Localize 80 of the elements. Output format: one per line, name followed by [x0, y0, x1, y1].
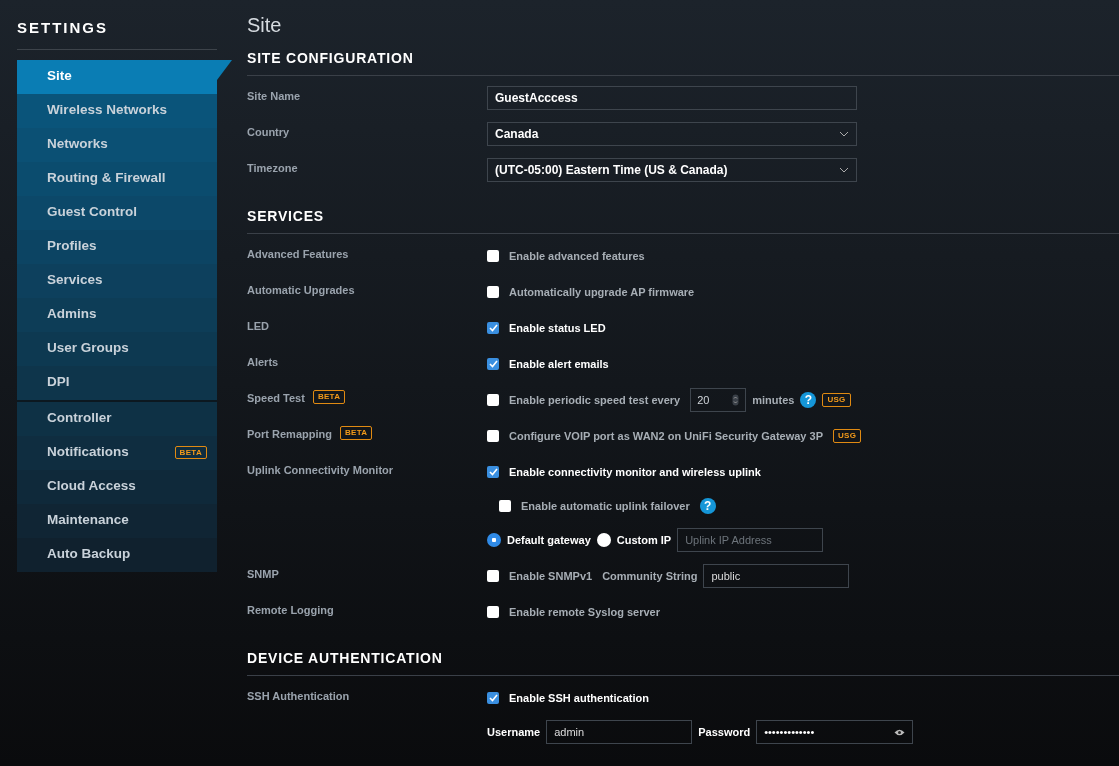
sidebar-item[interactable]: Controller: [17, 401, 217, 436]
checkbox-label: Enable remote Syslog server: [509, 604, 660, 620]
chevron-down-icon: [839, 167, 849, 173]
section-heading: SITE CONFIGURATION: [247, 40, 1119, 76]
checkbox-label: Enable connectivity monitor and wireless uplink: [509, 464, 761, 480]
checkbox[interactable]: [487, 286, 499, 298]
radio-label: Default gateway: [507, 532, 591, 548]
checkbox[interactable]: [487, 394, 499, 406]
checkbox-label: Enable SSH authentication: [509, 690, 649, 706]
input-field[interactable]: Uplink IP Address: [677, 528, 824, 552]
sidebar-title: SETTINGS: [17, 0, 217, 50]
setting-label: LED: [247, 319, 269, 334]
text-field[interactable]: GuestAcccess: [487, 86, 857, 110]
sidebar-item[interactable]: Services: [17, 263, 217, 298]
checkbox-label: Enable SNMPv1: [509, 568, 593, 584]
radio-button[interactable]: [487, 533, 501, 547]
dropdown[interactable]: (UTC-05:00) Eastern Time (US & Canada): [487, 158, 857, 182]
sidebar-item[interactable]: Cloud Access: [17, 469, 217, 504]
sidebar-item[interactable]: Maintenance: [17, 503, 217, 538]
setting-label: Alerts: [247, 355, 279, 370]
password-field[interactable]: •••••••••••••: [756, 720, 914, 744]
checkbox[interactable]: [487, 250, 499, 262]
setting-label: Timezone: [247, 161, 298, 176]
checkbox-label: Enable periodic speed test every: [509, 392, 681, 408]
sidebar-item[interactable]: Profiles: [17, 229, 217, 264]
setting-text: Community String: [602, 568, 698, 584]
page-title: Site: [247, 13, 283, 38]
number-field[interactable]: 20: [690, 388, 747, 412]
checkbox-label: Enable alert emails: [509, 356, 609, 372]
checkbox[interactable]: [487, 606, 499, 618]
setting-label: Advanced Features: [247, 247, 349, 262]
selection-pointer: [217, 59, 232, 80]
section-heading: SERVICES: [247, 198, 1119, 234]
sidebar-item[interactable]: Networks: [17, 127, 217, 162]
beta-badge: BETA: [339, 426, 373, 440]
setting-label: Country: [247, 125, 290, 140]
setting-text: minutes: [752, 392, 795, 408]
setting-label: Port Remapping: [247, 427, 332, 442]
checkbox[interactable]: [487, 570, 499, 582]
radio-label: Custom IP: [616, 532, 672, 548]
sidebar-item[interactable]: Notifications BETA: [17, 435, 217, 470]
sidebar-item[interactable]: Wireless Networks: [17, 93, 217, 128]
setting-label: Site Name: [247, 89, 301, 104]
setting-label: SSH Authentication: [247, 689, 350, 704]
checkbox[interactable]: [487, 466, 499, 478]
eye-icon: [894, 728, 906, 736]
sidebar-item[interactable]: Guest Control: [17, 195, 217, 230]
checkbox[interactable]: [487, 692, 499, 704]
spinner-icon: [732, 394, 740, 406]
checkbox-label: Automatically upgrade AP firmware: [509, 284, 695, 300]
checkbox[interactable]: [499, 500, 511, 512]
beta-badge: BETA: [312, 390, 346, 404]
checkbox-label: Enable status LED: [509, 320, 606, 336]
setting-label: SNMP: [247, 567, 279, 582]
setting-label: Uplink Connectivity Monitor: [247, 463, 394, 478]
usg-badge: USG: [822, 393, 851, 407]
chevron-down-icon: [839, 131, 849, 137]
checkbox-label: Enable advanced features: [509, 248, 645, 264]
setting-label: Speed Test: [247, 391, 305, 406]
checkbox-label: Configure VOIP port as WAN2 on UniFi Security Gateway 3P: [509, 428, 823, 444]
sidebar-item[interactable]: Admins: [17, 297, 217, 332]
sidebar-item[interactable]: DPI: [17, 365, 217, 400]
input-field[interactable]: admin: [546, 720, 693, 744]
radio-button[interactable]: [596, 533, 611, 547]
sidebar-item[interactable]: Auto Backup: [17, 537, 217, 572]
checkbox[interactable]: [487, 430, 499, 442]
sidebar-item[interactable]: Routing & Firewall: [17, 161, 217, 196]
dropdown[interactable]: Canada: [487, 122, 857, 146]
checkbox-label: Enable automatic uplink failover: [521, 498, 690, 514]
checkbox[interactable]: [487, 358, 499, 370]
setting-label: Remote Logging: [247, 603, 334, 618]
sidebar-item[interactable]: User Groups: [17, 331, 217, 366]
section-heading: DEVICE AUTHENTICATION: [247, 640, 1119, 676]
field-label: Username: [487, 724, 541, 740]
beta-badge: BETA: [174, 445, 207, 460]
input-field[interactable]: public: [703, 564, 850, 588]
checkbox[interactable]: [487, 322, 499, 334]
usg-badge: USG: [833, 429, 862, 443]
field-label: Password: [698, 724, 751, 740]
setting-label: Automatic Upgrades: [247, 283, 355, 298]
